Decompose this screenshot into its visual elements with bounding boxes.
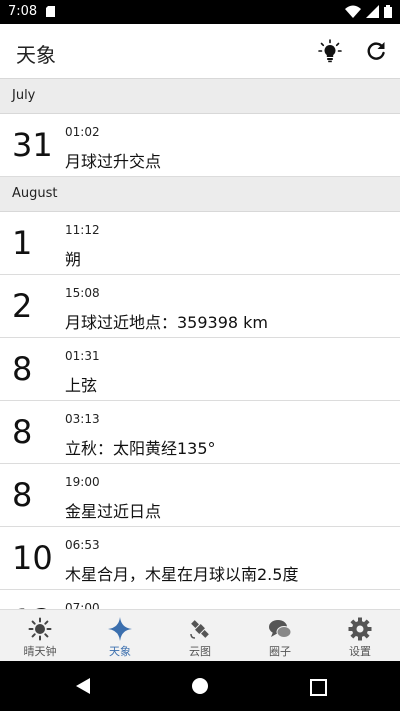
event-day: 8 [12, 350, 33, 388]
event-time: 01:02 [65, 125, 100, 139]
status-icons [345, 5, 392, 18]
lightbulb-icon[interactable] [318, 39, 342, 63]
star-icon [108, 617, 132, 641]
event-day: 1 [12, 224, 33, 262]
status-bar: 7:08 [0, 0, 400, 24]
recent-apps-icon[interactable] [310, 679, 327, 696]
event-day: 2 [12, 287, 33, 325]
event-row[interactable]: 10 06:53 木星合月，木星在月球以南2.5度 [0, 527, 400, 590]
event-row[interactable]: 8 19:00 金星过近日点 [0, 464, 400, 527]
nav-item-community[interactable]: 圈子 [240, 610, 320, 662]
gear-icon [348, 617, 372, 641]
satellite-icon [190, 620, 209, 639]
event-time: 15:08 [65, 286, 100, 300]
app-bar: 天象 [0, 24, 400, 79]
nav-label: 圈子 [269, 645, 291, 658]
nav-label: 晴天钟 [23, 645, 57, 658]
event-time: 03:13 [65, 412, 100, 426]
refresh-icon[interactable] [364, 39, 388, 63]
section-header-august: August [0, 177, 400, 212]
sd-card-icon [46, 6, 55, 17]
page-title: 天象 [16, 43, 56, 67]
home-icon[interactable] [192, 678, 208, 694]
event-row[interactable]: 8 03:13 立秋：太阳黄经135° [0, 401, 400, 464]
event-title: 金星过近日点 [65, 502, 162, 521]
event-time: 06:53 [65, 538, 100, 552]
battery-icon [384, 5, 392, 18]
event-list[interactable]: July 31 01:02 月球过升交点 August 1 11:12 朔 2 … [0, 79, 400, 609]
event-day: 31 [12, 126, 53, 164]
event-title: 月球过近地点：359398 km [65, 313, 269, 332]
event-time: 01:31 [65, 349, 100, 363]
event-title: 木星合月，木星在月球以南2.5度 [65, 565, 299, 584]
nav-item-astronomy[interactable]: 天象 [80, 610, 160, 662]
event-day: 12 [12, 602, 53, 609]
sun-icon [28, 617, 52, 641]
event-time: 07:00 [65, 601, 100, 609]
signal-icon [366, 5, 379, 18]
event-time: 11:12 [65, 223, 100, 237]
nav-item-cloud-map[interactable]: 云图 [160, 610, 240, 662]
wifi-icon [345, 5, 361, 18]
event-day: 8 [12, 476, 33, 514]
system-nav-bar [0, 661, 400, 711]
event-row[interactable]: 12 07:00 [0, 590, 400, 609]
event-row[interactable]: 31 01:02 月球过升交点 [0, 114, 400, 177]
event-day: 10 [12, 539, 53, 577]
event-title: 上弦 [65, 376, 98, 395]
event-time: 19:00 [65, 475, 100, 489]
back-icon[interactable] [76, 678, 90, 694]
event-row[interactable]: 2 15:08 月球过近地点：359398 km [0, 275, 400, 338]
bottom-nav: 晴天钟 天象 云图 圈子 设置 [0, 609, 400, 662]
nav-label: 天象 [109, 645, 131, 658]
nav-label: 云图 [189, 645, 211, 658]
event-title: 月球过升交点 [65, 152, 162, 171]
event-day: 8 [12, 413, 33, 451]
section-header-july: July [0, 79, 400, 114]
event-row[interactable]: 1 11:12 朔 [0, 212, 400, 275]
event-title: 朔 [65, 250, 82, 269]
event-title: 立秋：太阳黄经135° [65, 439, 216, 458]
nav-item-weather-clock[interactable]: 晴天钟 [0, 610, 80, 662]
nav-label: 设置 [349, 645, 371, 658]
status-time: 7:08 [8, 4, 38, 19]
nav-item-settings[interactable]: 设置 [320, 610, 400, 662]
event-row[interactable]: 8 01:31 上弦 [0, 338, 400, 401]
chat-bubbles-icon [269, 620, 292, 638]
